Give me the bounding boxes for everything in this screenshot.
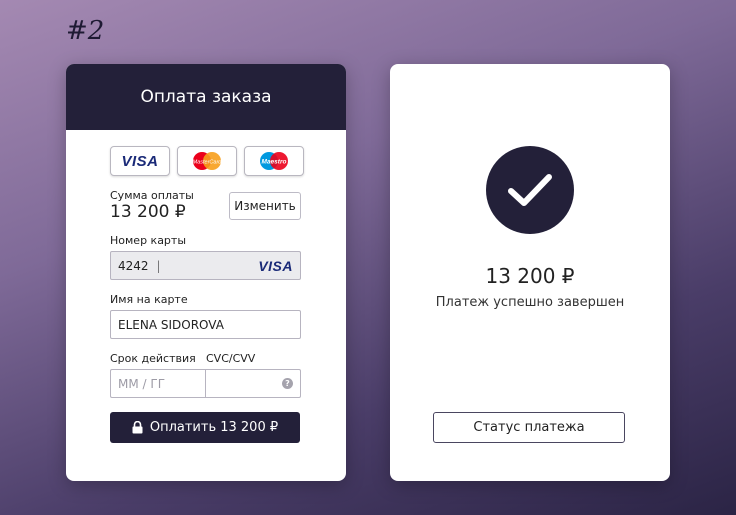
success-amount: 13 200 ₽ bbox=[485, 264, 575, 288]
amount-value: 13 200 ₽ bbox=[110, 202, 186, 222]
payment-form-title: Оплата заказа bbox=[140, 87, 272, 107]
maestro-icon: Maestro bbox=[260, 152, 288, 170]
card-number-brand: VISA bbox=[258, 257, 293, 274]
name-on-card-label: Имя на карте bbox=[110, 293, 188, 306]
card-number-input[interactable]: 4242 | VISA bbox=[110, 251, 301, 280]
name-on-card-input[interactable]: ELENA SIDOROVA bbox=[110, 310, 301, 339]
expiry-placeholder: ММ / ГГ bbox=[118, 376, 166, 391]
payment-status-button[interactable]: Статус платежа bbox=[433, 412, 625, 443]
svg-text:Maestro: Maestro bbox=[262, 159, 287, 166]
card-number-label: Номер карты bbox=[110, 234, 187, 247]
lock-icon bbox=[132, 421, 143, 434]
success-check-icon bbox=[486, 146, 574, 234]
success-message: Платеж успешно завершен bbox=[435, 295, 625, 310]
card-number-value: 4242 bbox=[118, 258, 149, 273]
name-on-card-value: ELENA SIDOROVA bbox=[118, 317, 224, 332]
pay-button[interactable]: Оплатить 13 200 ₽ bbox=[110, 412, 300, 443]
page-number-label: #2 bbox=[66, 16, 105, 46]
payment-form-header: Оплата заказа bbox=[66, 64, 346, 130]
payment-form-card: Оплата заказа VISA MasterCard Maestro Су… bbox=[66, 64, 346, 481]
expiry-label: Срок действия bbox=[110, 352, 196, 365]
card-brand-logos: VISA MasterCard Maestro bbox=[110, 146, 304, 176]
payment-success-card: 13 200 ₽ Платеж успешно завершен Статус … bbox=[390, 64, 670, 481]
pay-button-label: Оплатить 13 200 ₽ bbox=[149, 420, 279, 435]
maestro-logo[interactable]: Maestro bbox=[244, 146, 304, 176]
mastercard-logo[interactable]: MasterCard bbox=[177, 146, 237, 176]
cvc-label: CVC/CVV bbox=[206, 352, 256, 365]
change-amount-button[interactable]: Изменить bbox=[229, 192, 301, 220]
svg-text:MasterCard: MasterCard bbox=[193, 160, 223, 166]
help-icon[interactable]: ? bbox=[282, 378, 293, 389]
visa-logo[interactable]: VISA bbox=[110, 146, 170, 176]
expiry-input[interactable]: ММ / ГГ bbox=[110, 369, 206, 398]
cvc-input[interactable]: ? bbox=[205, 369, 301, 398]
text-cursor-icon: | bbox=[156, 258, 161, 273]
amount-label: Сумма оплаты bbox=[110, 189, 194, 202]
mastercard-icon: MasterCard bbox=[193, 152, 223, 170]
